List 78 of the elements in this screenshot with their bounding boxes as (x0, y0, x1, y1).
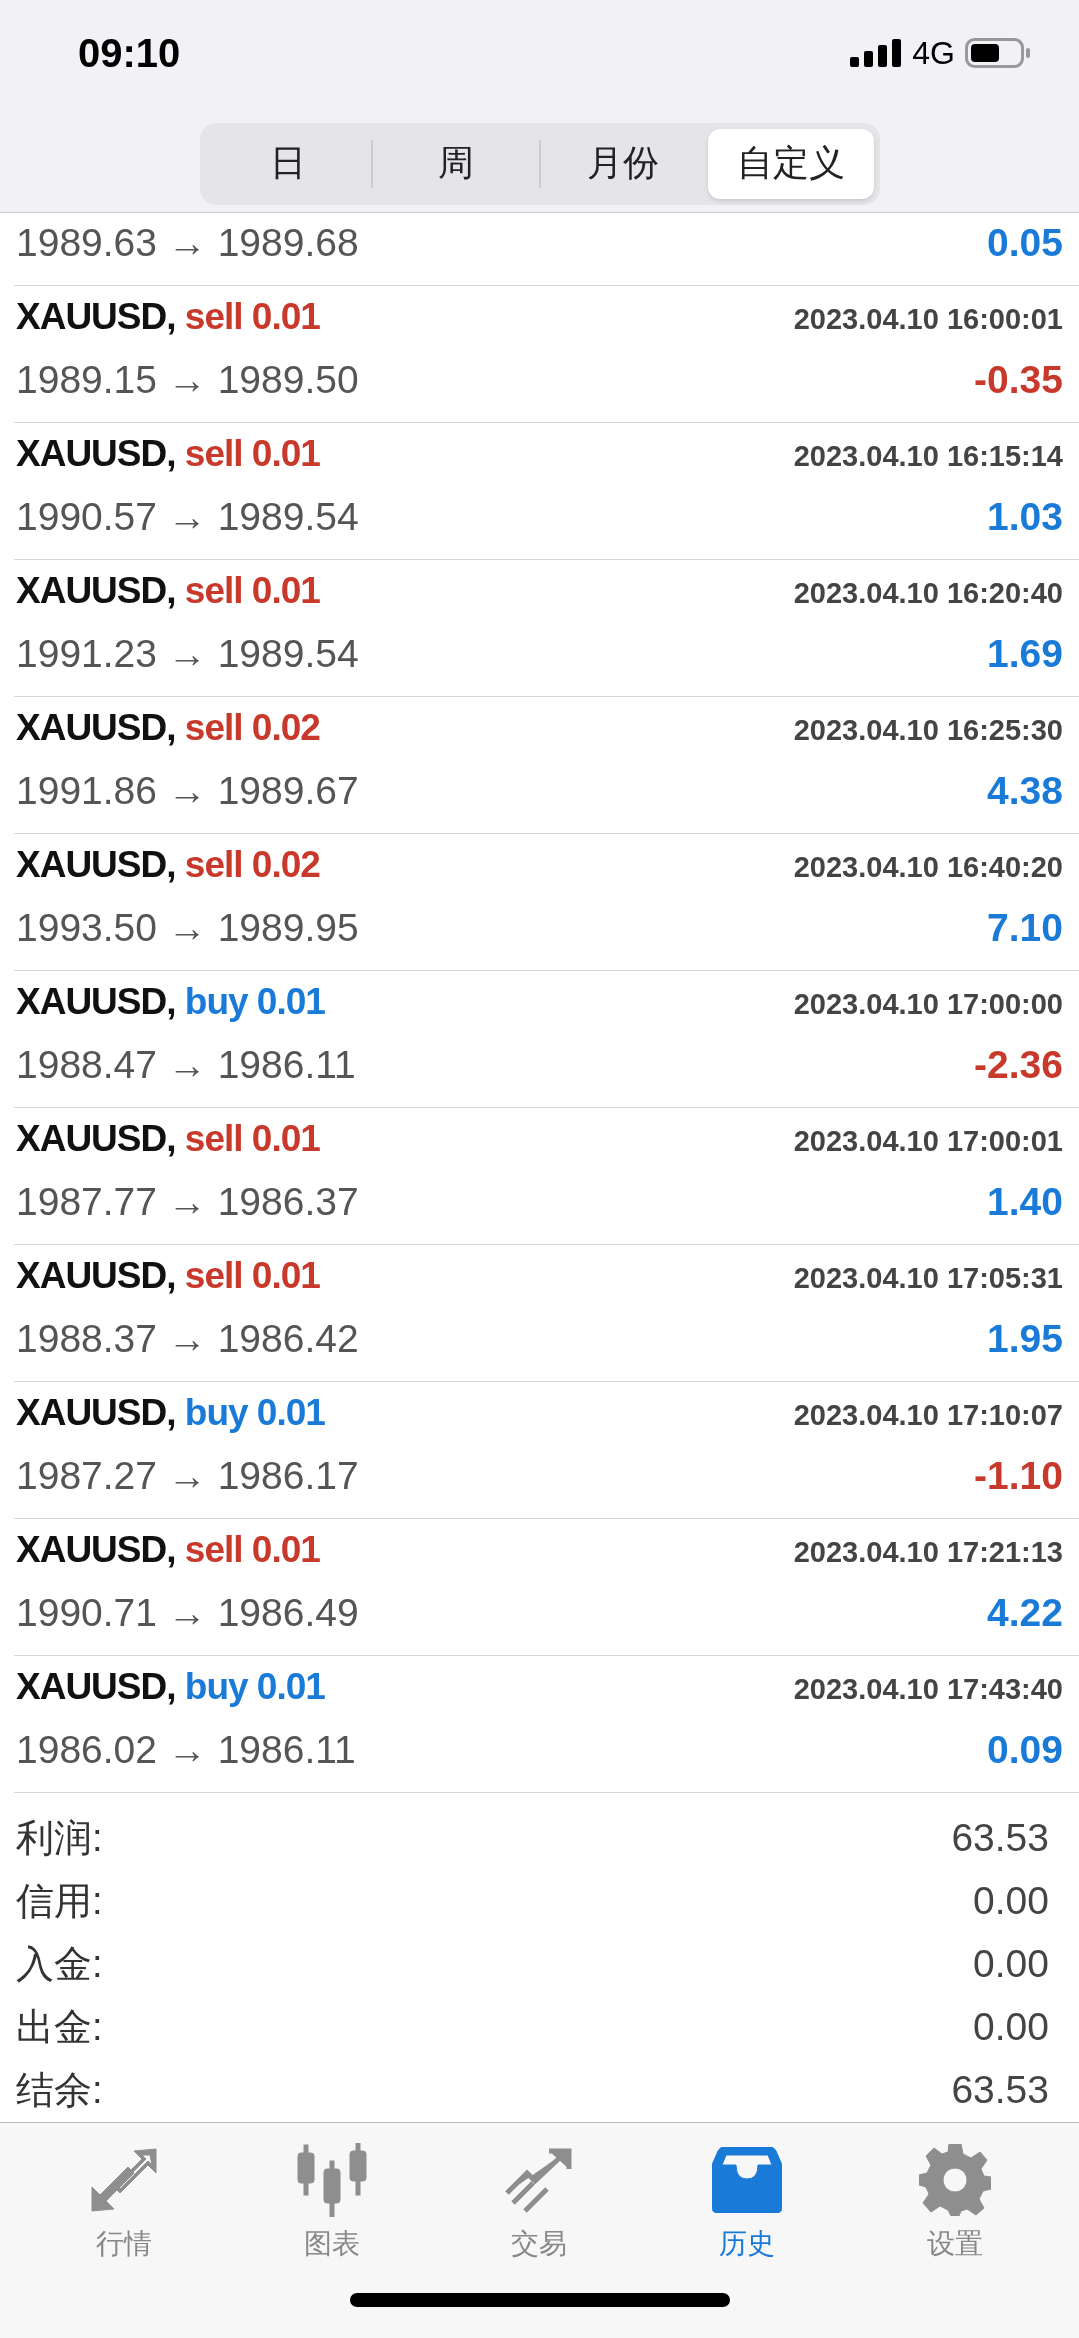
profit-value: 1.03 (987, 494, 1063, 539)
summary-value: 0.00 (973, 1879, 1049, 1924)
deal-row[interactable]: XAUUSD, sell 0.01 2023.04.10 16:15:14 1990.57 → 1989.54 1.03 (14, 422, 1079, 560)
tab-item[interactable]: 历史 (677, 2140, 818, 2263)
profit-value: -1.10 (974, 1453, 1063, 1498)
price-range: 1988.47 → 1986.11 (16, 1042, 356, 1087)
segment-tab[interactable]: 日 (205, 128, 371, 199)
network-label: 4G (912, 34, 955, 72)
profit-value: 1.69 (987, 631, 1063, 676)
profit-value: -0.35 (974, 357, 1063, 402)
summary-value: 0.00 (973, 2005, 1049, 2050)
deal-row[interactable]: XAUUSD, sell 0.01 2023.04.10 16:00:01 1989.15 → 1989.50 -0.35 (14, 285, 1079, 423)
summary-label: 入金: (16, 1941, 103, 1987)
deal-time: 2023.04.10 17:43:40 (793, 1672, 1063, 1706)
inbox-icon (712, 2146, 783, 2213)
summary-value: 63.53 (951, 1816, 1049, 1861)
segment-tab[interactable]: 月份 (540, 128, 706, 199)
deal-time: 2023.04.10 16:25:30 (793, 713, 1063, 747)
price-range: 1990.57 → 1989.54 (16, 494, 359, 539)
profit-value: 0.05 (987, 220, 1063, 265)
price-range: 1993.50 → 1989.95 (16, 905, 359, 950)
deal-title: XAUUSD, sell 0.01 (16, 432, 320, 475)
deal-title: XAUUSD, buy 0.01 (16, 1665, 325, 1708)
summary-label: 结余: (16, 2067, 103, 2113)
deal-row[interactable]: XAUUSD, sell 0.01 2023.04.10 17:05:31 1988.37 → 1986.42 1.95 (14, 1244, 1079, 1382)
deal-time: 2023.04.10 16:15:14 (793, 439, 1063, 473)
profit-value: 0.09 (987, 1727, 1063, 1772)
segment-tab[interactable]: 自定义 (708, 128, 874, 199)
summary-label: 信用: (16, 1878, 103, 1924)
deal-row[interactable]: XAUUSD, sell 0.01 2023.04.10 17:21:13 1990.71 → 1986.49 4.22 (14, 1518, 1079, 1656)
price-range: 1990.71 → 1986.49 (16, 1590, 359, 1635)
profit-value: 1.95 (987, 1316, 1063, 1361)
price-range: 1989.63 → 1989.68 (16, 220, 359, 265)
deal-title: XAUUSD, buy 0.01 (16, 980, 325, 1023)
deal-time: 2023.04.10 17:10:07 (793, 1398, 1063, 1432)
battery-icon (965, 38, 1031, 69)
price-range: 1988.37 → 1986.42 (16, 1316, 359, 1361)
deal-title: XAUUSD, sell 0.01 (16, 295, 320, 338)
summary-label: 出金: (16, 2004, 103, 2050)
deal-title: XAUUSD, sell 0.02 (16, 706, 320, 749)
clock: 09:10 (78, 30, 181, 76)
profit-value: -2.36 (974, 1042, 1063, 1087)
deal-title: XAUUSD, sell 0.01 (16, 1117, 320, 1160)
deal-row[interactable]: XAUUSD, buy 0.01 2023.04.10 17:10:07 1987.27 → 1986.17 -1.10 (14, 1381, 1079, 1519)
deal-title: XAUUSD, sell 0.01 (16, 1528, 320, 1571)
deal-row[interactable]: XAUUSD, sell 0.02 2023.04.10 16:25:30 1991.86 → 1989.67 4.38 (14, 696, 1079, 834)
price-range: 1991.86 → 1989.67 (16, 768, 359, 813)
summary-value: 63.53 (951, 2068, 1049, 2113)
deal-row[interactable]: XAUUSD, sell 0.01 2023.04.10 17:00:01 1987.77 → 1986.37 1.40 (14, 1107, 1079, 1245)
price-range: 1987.27 → 1986.17 (16, 1453, 359, 1498)
profit-value: 1.40 (987, 1179, 1063, 1224)
summary-value: 0.00 (973, 1942, 1049, 1987)
deal-time: 2023.04.10 16:40:20 (793, 850, 1063, 884)
deal-row[interactable]: XAUUSD, sell 0.02 2023.04.10 16:40:20 1993.50 → 1989.95 7.10 (14, 833, 1079, 971)
deal-title: XAUUSD, sell 0.02 (16, 843, 320, 886)
signal-icon (850, 39, 903, 68)
price-range: 1989.15 → 1989.50 (16, 357, 359, 402)
segment-tab[interactable]: 周 (373, 128, 539, 199)
deal-row[interactable]: XAUUSD, buy 0.01 2023.04.10 17:43:40 1986.02 → 1986.11 0.09 (14, 1655, 1079, 1793)
deal-time: 2023.04.10 17:00:00 (793, 987, 1063, 1021)
price-range: 1987.77 → 1986.37 (16, 1179, 359, 1224)
deal-time: 2023.04.10 16:00:01 (793, 302, 1063, 336)
summary-label: 利润: (16, 1815, 103, 1861)
deal-title: XAUUSD, sell 0.01 (16, 1254, 320, 1297)
deal-time: 2023.04.10 17:00:01 (793, 1124, 1063, 1158)
deal-time: 2023.04.10 17:21:13 (793, 1535, 1063, 1569)
profit-value: 4.38 (987, 768, 1063, 813)
deal-title: XAUUSD, sell 0.01 (16, 569, 320, 612)
settings-icon (919, 2143, 992, 2216)
profit-value: 4.22 (987, 1590, 1063, 1635)
price-range: 1986.02 → 1986.11 (16, 1727, 356, 1772)
deal-time: 2023.04.10 17:05:31 (793, 1261, 1063, 1295)
deal-title: XAUUSD, buy 0.01 (16, 1391, 325, 1434)
price-range: 1991.23 → 1989.54 (16, 631, 359, 676)
profit-value: 7.10 (987, 905, 1063, 950)
deal-row[interactable]: XAUUSD, sell 0.01 2023.04.10 16:20:40 1991.23 → 1989.54 1.69 (14, 559, 1079, 697)
deal-row[interactable]: XAUUSD, buy 0.01 2023.04.10 17:00:00 1988.47 → 1986.11 -2.36 (14, 970, 1079, 1108)
deal-time: 2023.04.10 16:20:40 (793, 576, 1063, 610)
